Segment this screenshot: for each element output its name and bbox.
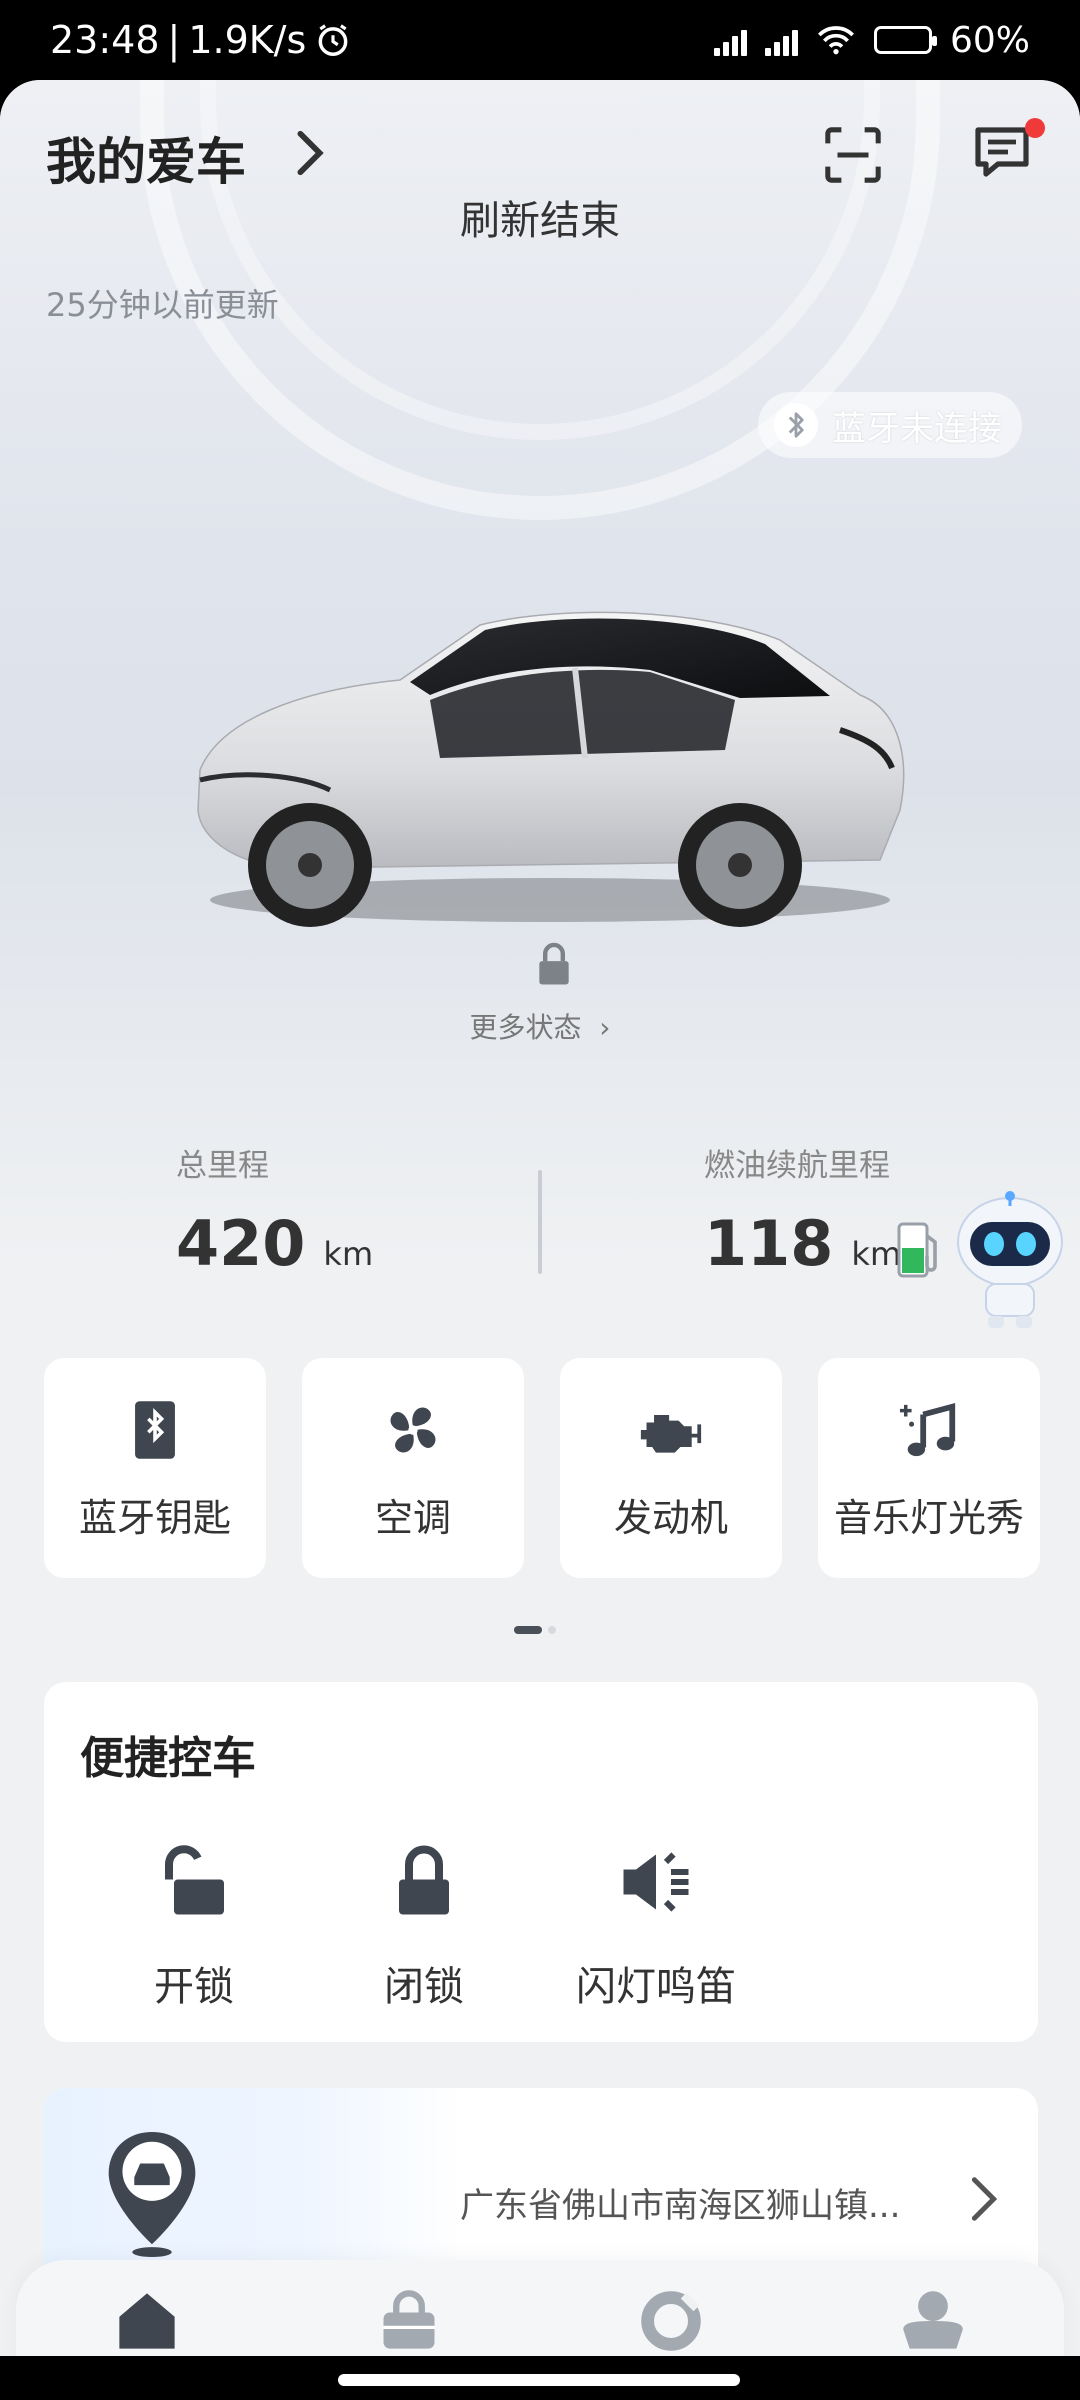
status-bar: 23:48 | 1.9K/s 60% xyxy=(0,0,1080,80)
chevron-right-icon xyxy=(971,2177,998,2221)
battery-percent: 60% xyxy=(949,19,1030,61)
engine-icon xyxy=(636,1395,706,1465)
page-title[interactable]: 我的爱车 xyxy=(46,122,246,194)
assistant-robot-icon[interactable] xyxy=(950,1190,1070,1330)
signal-icon xyxy=(713,24,747,56)
card-bluetooth-key[interactable]: 蓝牙钥匙 xyxy=(44,1358,266,1578)
card-air-conditioning[interactable]: 空调 xyxy=(302,1358,524,1578)
flash-horn-button[interactable]: 闪灯鸣笛 xyxy=(556,1842,756,2012)
fan-icon xyxy=(378,1395,448,1465)
bag-icon xyxy=(383,2290,435,2349)
total-mileage-value: 420 xyxy=(176,1207,306,1280)
bottom-navigation: 智行 优享 发现 我 xyxy=(16,2260,1064,2356)
total-mileage: 总里程 420 km xyxy=(176,1140,373,1280)
unlock-icon xyxy=(164,1845,224,1915)
signal-icon xyxy=(764,24,798,56)
car-image xyxy=(197,611,905,927)
alarm-icon xyxy=(318,24,348,56)
fuel-pump-icon xyxy=(897,1222,937,1278)
horn-icon xyxy=(623,1852,689,1912)
chevron-right-icon[interactable] xyxy=(290,128,330,178)
discover-icon xyxy=(641,2291,701,2351)
hero-section: 我的爱车 刷新结束 25分钟以前更新 蓝牙未连接 更多状态 › xyxy=(0,80,1080,1260)
mileage-divider xyxy=(538,1170,542,1274)
notification-dot xyxy=(1025,118,1045,138)
battery-icon xyxy=(873,26,937,54)
flash-horn-label: 闪灯鸣笛 xyxy=(576,1964,736,2010)
card-label: 发动机 xyxy=(613,1495,728,1540)
lock-label: 闭锁 xyxy=(384,1964,464,2010)
vehicle-address: 广东省佛山市南海区狮山镇... xyxy=(460,2186,901,2226)
bluetooth-status-pill[interactable]: 蓝牙未连接 xyxy=(758,392,1022,458)
card-label: 蓝牙钥匙 xyxy=(78,1495,231,1540)
fuel-range-label: 燃油续航里程 xyxy=(704,1148,890,1184)
fuel-range: 燃油续航里程 118 km xyxy=(704,1140,901,1280)
status-time: 23:48 xyxy=(50,18,160,62)
card-engine[interactable]: 发动机 xyxy=(560,1358,782,1578)
unlock-button[interactable]: 开锁 xyxy=(94,1842,294,2012)
home-indicator[interactable] xyxy=(338,2374,740,2386)
scan-icon[interactable] xyxy=(822,124,884,186)
music-note-icon xyxy=(894,1395,964,1465)
tab-discover[interactable]: 发现 xyxy=(571,2287,771,2356)
updated-time: 25分钟以前更新 xyxy=(46,286,279,324)
quick-control-panel: 便捷控车 开锁 闭锁 闪灯鸣笛 xyxy=(44,1682,1038,2042)
tab-smart-drive[interactable]: 智行 xyxy=(47,2287,247,2356)
tab-enjoy[interactable]: 优享 xyxy=(309,2287,509,2356)
bluetooth-icon xyxy=(774,403,818,447)
total-mileage-label: 总里程 xyxy=(176,1148,269,1184)
tab-me[interactable]: 我 xyxy=(833,2287,1033,2356)
bluetooth-key-icon xyxy=(120,1395,190,1465)
app-screen: 我的爱车 刷新结束 25分钟以前更新 蓝牙未连接 更多状态 › 总里程 420 … xyxy=(0,80,1080,2356)
wifi-icon xyxy=(818,26,854,55)
lock-button[interactable]: 闭锁 xyxy=(324,1842,524,2012)
fuel-range-value: 118 xyxy=(704,1207,834,1280)
bluetooth-status-label: 蓝牙未连接 xyxy=(832,408,1002,449)
profile-icon xyxy=(903,2291,963,2349)
refresh-status: 刷新结束 xyxy=(460,198,620,244)
more-status-label: 更多状态 xyxy=(469,1011,582,1044)
feature-cards: 蓝牙钥匙 空调 发动机 音乐灯光秀 xyxy=(44,1358,1040,1578)
quick-control-title: 便捷控车 xyxy=(80,1733,256,1784)
chevron-right-icon: › xyxy=(590,1011,611,1044)
total-mileage-unit: km xyxy=(323,1235,374,1273)
lock-status-icon xyxy=(539,942,569,985)
page-indicator xyxy=(514,1626,556,1634)
home-icon xyxy=(119,2293,175,2349)
more-status-link[interactable]: 更多状态 › xyxy=(0,1006,1080,1046)
card-label: 音乐灯光秀 xyxy=(833,1495,1024,1540)
card-label: 空调 xyxy=(374,1495,451,1540)
lock-icon xyxy=(399,1845,449,1915)
status-network-speed: 1.9K/s xyxy=(188,18,307,62)
top-bar: 我的爱车 xyxy=(0,100,1080,200)
status-separator: | xyxy=(167,18,181,62)
unlock-label: 开锁 xyxy=(154,1964,234,2010)
card-music-light-show[interactable]: 音乐灯光秀 xyxy=(818,1358,1040,1578)
car-location-pin-icon xyxy=(108,2131,196,2258)
